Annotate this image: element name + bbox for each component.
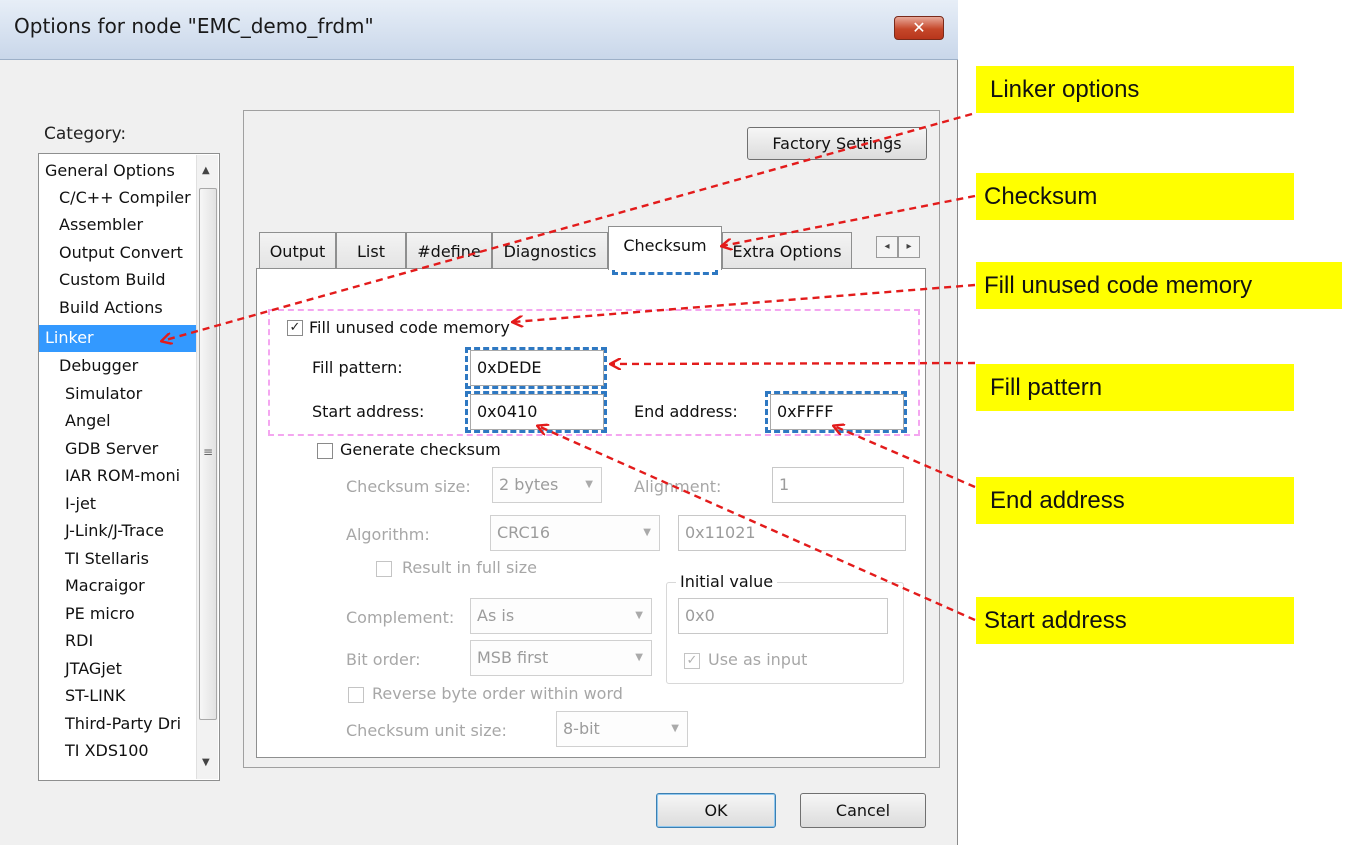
algorithm-select[interactable]: CRC16 ▼ [490,515,660,551]
chevron-down-icon: ▼ [635,652,643,663]
generate-checksum-label: Generate checksum [340,440,501,459]
complement-select[interactable]: As is ▼ [470,598,652,634]
unit-size-value: 8-bit [563,719,600,738]
chevron-down-icon: ▼ [671,723,679,734]
callout-fill-unused: Fill unused code memory [976,262,1342,309]
checksum-size-value: 2 bytes [499,475,559,494]
callout-end-address: End address [976,477,1294,524]
scroll-up-icon[interactable]: ▲ [202,165,210,176]
full-size-label: Result in full size [402,558,537,577]
reverse-byte-order-checkbox[interactable] [348,687,364,703]
category-item-general-options[interactable]: General Options [39,158,207,185]
tab-list[interactable]: List [336,232,406,268]
end-address-highlight [765,391,907,433]
category-item-output-converter[interactable]: Output Convert [39,240,221,267]
complement-value: As is [477,606,515,625]
close-button[interactable]: ✕ [894,16,944,40]
alignment-field[interactable]: 1 [772,467,904,503]
reverse-byte-order-label: Reverse byte order within word [372,684,623,703]
use-as-input-checkbox[interactable]: ✓ [684,653,700,669]
algorithm-value: CRC16 [497,523,551,542]
chevron-down-icon: ▼ [635,610,643,621]
use-as-input-label: Use as input [708,650,808,669]
category-item-assembler[interactable]: Assembler [39,212,221,239]
ok-button[interactable]: OK [656,793,776,828]
cancel-button[interactable]: Cancel [800,793,926,828]
chevron-down-icon: ▼ [585,479,593,490]
callout-checksum: Checksum [976,173,1294,220]
category-list[interactable]: General Options C/C++ Compiler Assembler… [38,153,220,781]
tab-diagnostics[interactable]: Diagnostics [492,232,608,268]
title-bar: Options for node "EMC_demo_frdm" ✕ [0,0,958,60]
unit-size-select[interactable]: 8-bit ▼ [556,711,688,747]
checksum-size-label: Checksum size: [346,477,471,496]
tab-scroll-right-icon[interactable]: ▸ [898,236,920,258]
close-icon: ✕ [912,18,926,37]
unit-size-label: Checksum unit size: [346,721,507,740]
polynomial-field[interactable]: 0x11021 [678,515,906,551]
bit-order-select[interactable]: MSB first ▼ [470,640,652,676]
category-item-c-compiler[interactable]: C/C++ Compiler [39,185,221,212]
callout-fill-pattern: Fill pattern [976,364,1294,411]
tab-output[interactable]: Output [259,232,336,268]
full-size-checkbox[interactable] [376,561,392,577]
initial-value-group-label: Initial value [676,572,778,591]
alignment-label: Alignment: [634,477,722,496]
tab-checksum[interactable]: Checksum [608,226,722,270]
factory-settings-button[interactable]: Factory Settings [747,127,927,160]
category-item-custom-build[interactable]: Custom Build [39,267,221,294]
scroll-down-icon[interactable]: ▼ [202,757,210,768]
dialog-title: Options for node "EMC_demo_frdm" [14,14,374,38]
category-item-build-actions[interactable]: Build Actions [39,295,221,322]
complement-label: Complement: [346,608,455,627]
tab-scroll-left-icon[interactable]: ◂ [876,236,898,258]
bit-order-label: Bit order: [346,650,421,669]
checksum-size-select[interactable]: 2 bytes ▼ [492,467,602,503]
category-item-linker[interactable]: Linker [39,325,205,352]
tab-extra-options[interactable]: Extra Options [722,232,852,268]
initial-value-field[interactable]: 0x0 [678,598,888,634]
algorithm-label: Algorithm: [346,525,430,544]
category-item-debugger[interactable]: Debugger [39,353,221,380]
start-address-highlight [465,391,607,433]
generate-checksum-checkbox[interactable] [317,443,333,459]
category-label: Category: [44,124,127,144]
callout-start-address: Start address [976,597,1294,644]
scroll-grip-icon: ≡ [203,445,214,459]
fill-pattern-highlight [465,347,607,389]
callout-linker-options: Linker options [976,66,1294,113]
chevron-down-icon: ▼ [643,527,651,538]
options-dialog: Options for node "EMC_demo_frdm" ✕ Categ… [0,0,958,845]
tab-define[interactable]: #define [406,232,492,268]
bit-order-value: MSB first [477,648,549,667]
